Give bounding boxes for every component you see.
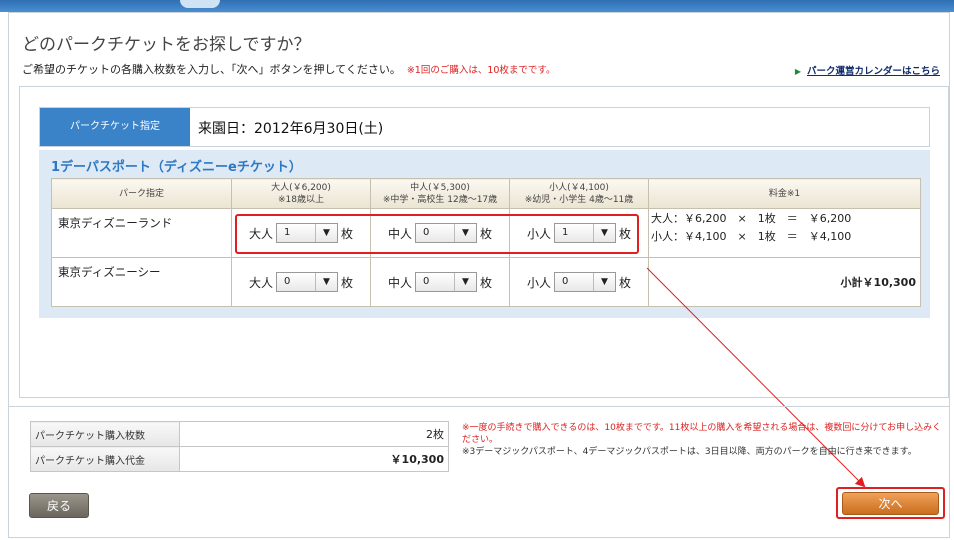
summary-table: パークチケット購入枚数 2枚 パークチケット購入代金 ￥10,300 [30, 421, 449, 472]
child-label: 小人 [526, 275, 551, 290]
col-child-age: ※幼児・小学生 4歳～11歳 [524, 194, 634, 205]
top-bar [0, 0, 954, 12]
adult-label: 大人 [248, 275, 273, 290]
note-limit: ※一度の手続きで購入できるのは、10枚までです。11枚以上の購入を希望される場合… [462, 423, 942, 445]
col-junior: 中人(￥5,300) ※中学・高校生 12歳～17歳 [370, 178, 510, 209]
select-value: 0 [284, 276, 291, 287]
instruction-note: ※1回のご購入は、10枚までです。 [406, 65, 556, 76]
park-name-land: 東京ディズニーランド [51, 208, 232, 258]
table-row: 東京ディズニーシー 大人 0 ▼ 枚 中人 0 ▼ 枚 小人 0 ▼ 枚 小計￥10,300 [51, 257, 921, 307]
park-name-sea: 東京ディズニーシー [51, 257, 232, 307]
select-value: 0 [423, 276, 430, 287]
highlight-box-quantity [235, 214, 639, 254]
dropdown-arrow-icon: ▼ [454, 273, 476, 291]
col-junior-price: 中人(￥5,300) [410, 182, 470, 193]
summary-price-label: パークチケット購入代金 [30, 446, 180, 472]
pass-title: 1デーパスポート（ディズニーeチケット） [51, 160, 302, 175]
junior-label: 中人 [387, 275, 412, 290]
col-park: パーク指定 [51, 178, 232, 209]
unit-label: 枚 [619, 275, 632, 290]
next-button[interactable]: 次へ [842, 492, 939, 515]
unit-label: 枚 [341, 275, 354, 290]
summary-row-price: パークチケット購入代金 ￥10,300 [30, 446, 449, 472]
col-junior-age: ※中学・高校生 12歳～17歳 [382, 194, 498, 205]
col-adult-age: ※18歳以上 [278, 194, 324, 205]
dropdown-arrow-icon: ▼ [593, 273, 615, 291]
unit-label: 枚 [480, 275, 493, 290]
ticket-table-header: パーク指定 大人(￥6,200) ※18歳以上 中人(￥5,300) ※中学・高校生… [51, 178, 921, 209]
cell-sea-child: 小人 0 ▼ 枚 [509, 257, 649, 307]
summary-notes: ※一度の手続きで購入できるのは、10枚までです。11枚以上の購入を希望される場合… [462, 422, 942, 458]
sea-junior-select[interactable]: 0 ▼ [415, 272, 477, 292]
note-multiday: ※3デーマジックパスポート、4デーマジックパスポートは、3日目以降、両方のパーク… [462, 447, 917, 457]
selection-bar: パークチケット指定 来園日：2012年6月30日(土) [39, 107, 930, 147]
select-group: 大人 0 ▼ 枚 [249, 272, 353, 292]
subtotal: 小計￥10,300 [648, 257, 921, 307]
cell-sea-junior: 中人 0 ▼ 枚 [370, 257, 510, 307]
fee-line-child: 小人：￥4,100 × 1枚 ＝ ￥4,100 [651, 230, 852, 243]
sea-child-select[interactable]: 0 ▼ [554, 272, 616, 292]
fee-line-adult: 大人：￥6,200 × 1枚 ＝ ￥6,200 [651, 212, 852, 225]
page-title: どのパークチケットをお探しですか？ [22, 35, 311, 55]
summary-row-count: パークチケット購入枚数 2枚 [30, 421, 449, 447]
summary-count-value: 2枚 [179, 421, 449, 447]
dropdown-arrow-icon: ▼ [315, 273, 337, 291]
col-child: 小人(￥4,100) ※幼児・小学生 4歳～11歳 [509, 178, 649, 209]
fee-cell: 大人：￥6,200 × 1枚 ＝ ￥6,200 小人：￥4,100 × 1枚 ＝… [648, 208, 921, 258]
select-group: 中人 0 ▼ 枚 [388, 272, 492, 292]
col-fee: 料金※1 [648, 178, 921, 209]
select-value: 0 [562, 276, 569, 287]
summary-count-label: パークチケット購入枚数 [30, 421, 180, 447]
summary-price-value: ￥10,300 [179, 446, 449, 472]
back-button[interactable]: 戻る [29, 493, 89, 518]
col-adult: 大人(￥6,200) ※18歳以上 [231, 178, 371, 209]
top-tab [180, 0, 220, 8]
col-adult-price: 大人(￥6,200) [271, 182, 331, 193]
col-child-price: 小人(￥4,100) [549, 182, 609, 193]
cell-sea-adult: 大人 0 ▼ 枚 [231, 257, 371, 307]
select-group: 小人 0 ▼ 枚 [527, 272, 631, 292]
calendar-link[interactable]: ▶ パーク運営カレンダーはこちら [795, 63, 940, 77]
divider [8, 406, 950, 407]
calendar-link-label: パーク運営カレンダーはこちら [806, 66, 940, 77]
triangle-right-icon: ▶ [794, 67, 801, 76]
sea-adult-select[interactable]: 0 ▼ [276, 272, 338, 292]
instruction-main: ご希望のチケットの各購入枚数を入力し、「次へ」ボタンを押してください。 [22, 63, 401, 76]
instruction-text: ご希望のチケットの各購入枚数を入力し、「次へ」ボタンを押してください。 ※1回のご… [22, 61, 556, 77]
visit-date: 来園日：2012年6月30日(土) [198, 121, 384, 137]
selection-label: パークチケット指定 [40, 108, 190, 146]
